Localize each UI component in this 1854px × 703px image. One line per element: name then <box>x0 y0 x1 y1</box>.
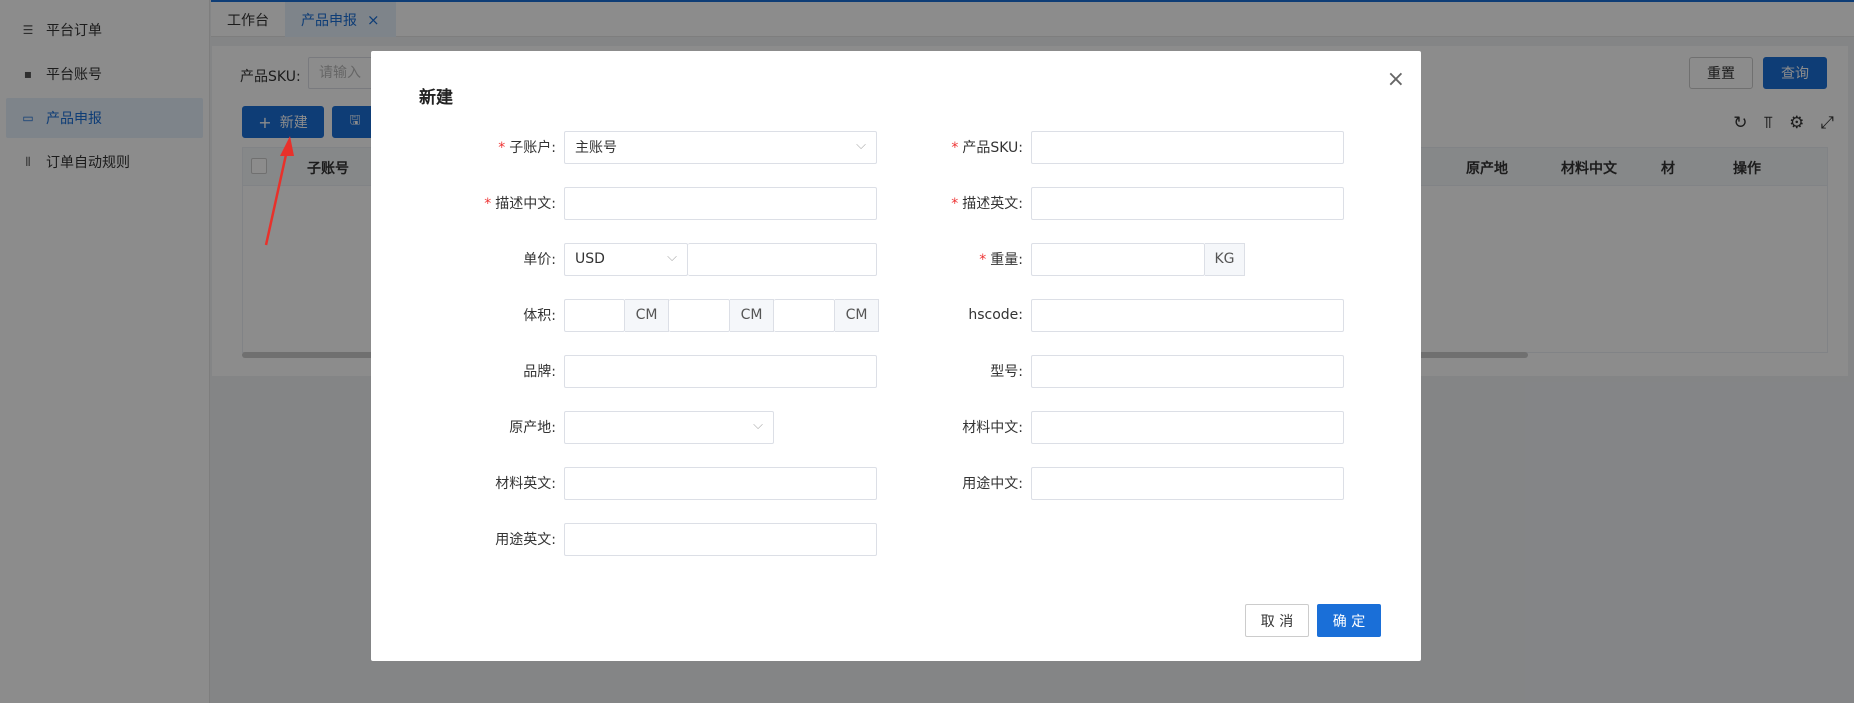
field-label: * 描述中文: <box>484 196 556 212</box>
model-input[interactable] <box>1031 354 1344 388</box>
field-label: * 子账户: <box>498 140 556 156</box>
product-sku-input[interactable] <box>1031 130 1344 164</box>
weight-input[interactable] <box>1031 242 1205 276</box>
field-label: 原产地: <box>509 420 556 436</box>
chevron-down-icon: ⌵ <box>667 249 677 265</box>
new-product-dialog: 新建 × * 子账户: 主账号 ⌵ * 产品SKU: * 描述中文: * 描述英文: 单… <box>371 51 1421 661</box>
confirm-button[interactable]: 确 定 <box>1317 604 1381 637</box>
width-input[interactable] <box>669 298 730 332</box>
field-label: 用途中文: <box>962 476 1023 492</box>
field-label: 型号: <box>990 364 1023 380</box>
field-label: * 产品SKU: <box>951 140 1023 156</box>
field-sub-account: * 子账户: 主账号 ⌵ <box>371 130 877 164</box>
material-cn-input[interactable] <box>1031 410 1344 444</box>
field-label: 体积: <box>523 308 556 324</box>
field-desc-en: * 描述英文: <box>858 186 1344 220</box>
field-material-en: 材料英文: <box>371 466 877 500</box>
field-model: 型号: <box>858 354 1344 388</box>
field-usage-en: 用途英文: <box>371 522 877 556</box>
field-brand: 品牌: <box>371 354 877 388</box>
field-label: 用途英文: <box>495 532 556 548</box>
cancel-button[interactable]: 取 消 <box>1245 604 1309 637</box>
field-label: * 重量: <box>979 252 1023 268</box>
brand-input[interactable] <box>564 354 877 388</box>
currency-value: USD <box>575 251 605 267</box>
field-label: 材料英文: <box>495 476 556 492</box>
usage-cn-input[interactable] <box>1031 466 1344 500</box>
width-unit: CM <box>730 298 774 332</box>
length-input[interactable] <box>564 298 625 332</box>
required-mark: * <box>979 252 987 268</box>
material-en-input[interactable] <box>564 466 877 500</box>
field-weight: * 重量: KG <box>858 242 1245 276</box>
field-label: hscode: <box>968 307 1023 323</box>
length-unit: CM <box>625 298 669 332</box>
unit-price-input[interactable] <box>688 242 877 276</box>
field-label: 材料中文: <box>962 420 1023 436</box>
field-volume: 体积: CM CM CM <box>371 298 879 332</box>
hscode-input[interactable] <box>1031 298 1344 332</box>
origin-select[interactable]: ⌵ <box>564 410 774 444</box>
height-input[interactable] <box>774 298 835 332</box>
required-mark: * <box>484 196 492 212</box>
close-icon[interactable]: × <box>1387 67 1405 92</box>
desc-en-input[interactable] <box>1031 186 1344 220</box>
field-label: 单价: <box>523 252 556 268</box>
field-label: * 描述英文: <box>951 196 1023 212</box>
field-label: 品牌: <box>523 364 556 380</box>
required-mark: * <box>951 140 959 156</box>
field-hscode: hscode: <box>858 298 1344 332</box>
dialog-title: 新建 <box>419 88 453 108</box>
field-material-cn: 材料中文: <box>858 410 1344 444</box>
field-usage-cn: 用途中文: <box>858 466 1344 500</box>
chevron-down-icon: ⌵ <box>753 417 763 433</box>
weight-unit: KG <box>1205 242 1245 276</box>
field-product-sku: * 产品SKU: <box>858 130 1344 164</box>
required-mark: * <box>498 140 506 156</box>
usage-en-input[interactable] <box>564 522 877 556</box>
sub-account-value: 主账号 <box>575 140 617 156</box>
field-unit-price: 单价: USD ⌵ <box>371 242 877 276</box>
field-desc-cn: * 描述中文: <box>371 186 877 220</box>
required-mark: * <box>951 196 959 212</box>
field-origin: 原产地: ⌵ <box>371 410 774 444</box>
currency-select[interactable]: USD ⌵ <box>564 242 688 276</box>
sub-account-select[interactable]: 主账号 ⌵ <box>564 130 877 164</box>
desc-cn-input[interactable] <box>564 186 877 220</box>
